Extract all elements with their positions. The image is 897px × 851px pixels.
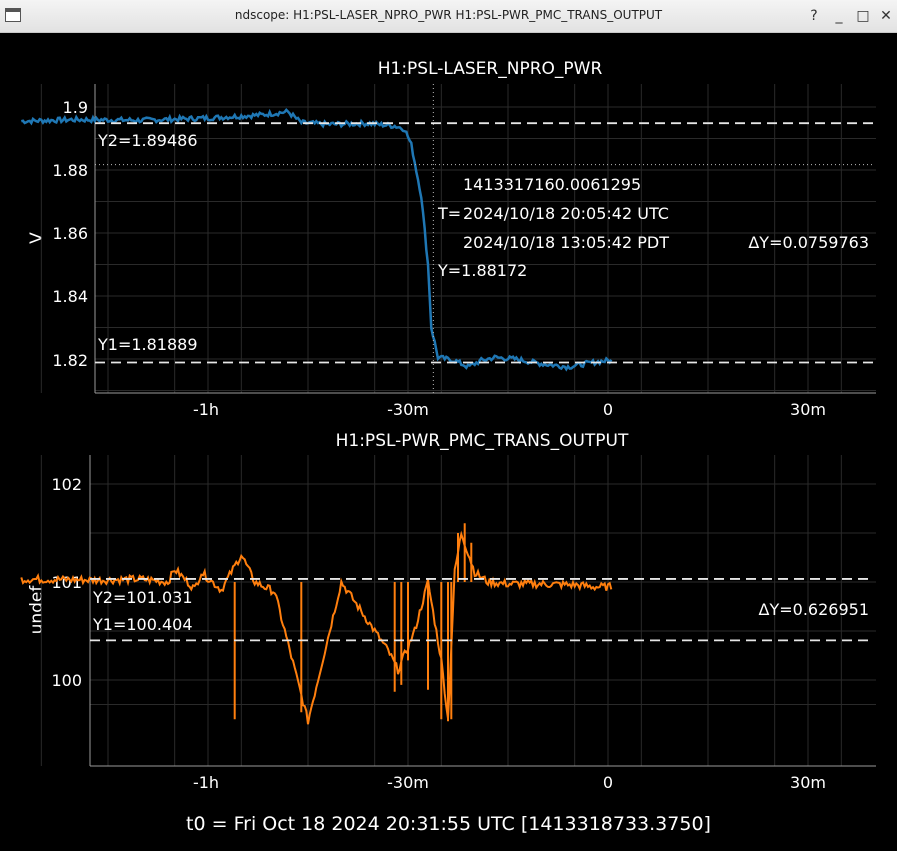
bottom-x-tick-label: -1h [193,773,219,792]
bottom-x-tick-label: 30m [790,773,826,792]
bottom-x-tick-label: -30m [387,773,429,792]
top-y1-label: Y1=1.81889 [97,335,198,354]
bottom-delta-y-label: ΔY=0.626951 [759,600,869,619]
bottom-x-tick-label: 0 [603,773,613,792]
top-x-tick-label: -1h [193,400,219,419]
bottom-y-axis-label: undef [27,585,47,635]
top-y-tick-label: 1.88 [52,161,88,180]
bottom-y-tick-label: 100 [51,671,82,690]
cursor-y-value: Y=1.88172 [437,261,527,280]
top-x-tick-label: -30m [387,400,429,419]
top-y-ticks: 1.9 1.88 1.86 1.84 1.82 [52,98,88,370]
t0-footer: t0 = Fri Oct 18 2024 20:31:55 UTC [14133… [186,813,711,835]
cursor-t-prefix: T= [437,204,461,223]
bottom-x-ticks: -1h -30m 0 30m [193,773,826,792]
top-y-tick-label: 1.9 [63,98,88,117]
top-x-tick-label: 30m [790,400,826,419]
bottom-y-tick-label: 101 [51,573,82,592]
top-x-ticks: -1h -30m 0 30m [193,400,826,419]
bottom-y2-label: Y2=101.031 [92,588,193,607]
cursor-utc-time: 2024/10/18 20:05:42 UTC [463,204,669,223]
top-y-tick-label: 1.84 [52,287,88,306]
bottom-y-ticks: 102 101 100 [51,475,82,690]
bottom-y-tick-label: 102 [51,475,82,494]
bottom-plot-title: H1:PSL-PWR_PMC_TRANS_OUTPUT [336,431,629,451]
top-plot-title: H1:PSL-LASER_NPRO_PWR [378,59,603,79]
top-y-tick-label: 1.86 [52,224,88,243]
top-delta-y-label: ΔY=0.0759763 [748,233,869,252]
top-y-axis-label: V [27,232,47,244]
top-x-tick-label: 0 [603,400,613,419]
cursor-pdt-time: 2024/10/18 13:05:42 PDT [463,233,669,252]
ndscope-window: ndscope: H1:PSL-LASER_NPRO_PWR H1:PSL-PW… [0,0,897,851]
top-y2-label: Y2=1.89486 [97,131,198,150]
bottom-y1-label: Y1=100.404 [92,615,193,634]
cursor-gps-time: 1413317160.0061295 [463,175,641,194]
bottom-grid [40,455,876,766]
top-y-tick-label: 1.82 [52,351,88,370]
scope-plots[interactable]: H1:PSL-LASER_NPRO_PWR V 1.9 1.88 1.86 1.… [0,0,897,851]
